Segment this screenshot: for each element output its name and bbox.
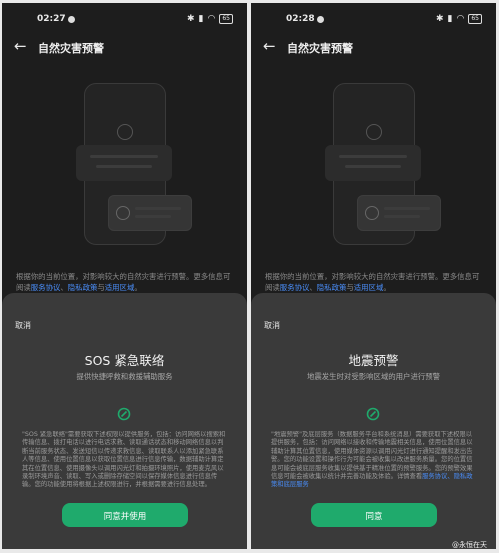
service-agreement-link[interactable]: 服务协议 xyxy=(280,283,310,292)
illustration-card xyxy=(325,145,421,181)
status-bar: 02:28 ✱ ▮ ◠ 65 xyxy=(251,13,496,27)
privacy-policy-link[interactable]: 隐私政策 xyxy=(68,283,98,292)
illustration-notification xyxy=(108,195,192,231)
notification-dot-icon xyxy=(317,16,324,23)
illustration-notification-icon xyxy=(116,206,130,220)
agree-and-use-button[interactable]: 同意并使用 xyxy=(62,503,188,527)
sheet-title: 地震预警 xyxy=(348,353,399,368)
bluetooth-icon: ✱ xyxy=(187,14,195,24)
status-icons: ✱ ▮ ◠ 65 xyxy=(187,14,233,24)
status-time: 02:28 xyxy=(286,14,315,24)
applicable-region-link[interactable]: 适用区域 xyxy=(105,283,135,292)
page-title: 自然灾害预警 xyxy=(287,42,353,55)
illustration-notification xyxy=(357,195,441,231)
signal-icon: ▮ xyxy=(447,14,453,24)
link-icon xyxy=(117,407,131,421)
illustration-card xyxy=(76,145,172,181)
app-header: ← 自然灾害预警 xyxy=(251,37,496,59)
app-header: ← 自然灾害预警 xyxy=(2,37,247,59)
back-arrow-icon[interactable]: ← xyxy=(263,37,276,55)
bluetooth-icon: ✱ xyxy=(436,14,444,24)
cancel-button[interactable]: 取消 xyxy=(264,320,280,331)
status-icons: ✱ ▮ ◠ 65 xyxy=(436,14,482,24)
battery-icon: 65 xyxy=(468,14,482,24)
permission-bottom-sheet: 取消 地震预警 地震发生时对受影响区域的用户进行预警 "地震预警"及底层服务（数… xyxy=(251,293,496,549)
phone-illustration xyxy=(54,83,194,248)
cancel-button[interactable]: 取消 xyxy=(15,320,31,331)
watermark-text: @永恒在天 xyxy=(452,541,487,549)
battery-icon: 65 xyxy=(219,14,233,24)
status-time: 02:27 xyxy=(37,14,66,24)
wifi-icon: ◠ xyxy=(207,14,216,24)
illustration-notification-icon xyxy=(365,206,379,220)
phone-illustration xyxy=(303,83,443,248)
notification-dot-icon xyxy=(68,16,75,23)
phone-screen-earthquake: 02:28 ✱ ▮ ◠ 65 ← 自然灾害预警 根据你的当前位置，对影响较大的自… xyxy=(251,3,496,549)
sheet-subtitle: 地震发生时对受影响区域的用户进行预警 xyxy=(306,372,441,381)
agree-button[interactable]: 同意 xyxy=(311,503,437,527)
wifi-icon: ◠ xyxy=(456,14,465,24)
permission-bottom-sheet: 取消 SOS 紧急联络 提供快捷呼救和救援辅助服务 "SOS 紧急联络"需要获取… xyxy=(2,293,247,549)
status-bar: 02:27 ✱ ▮ ◠ 65 xyxy=(2,13,247,27)
description-text: 根据你的当前位置，对影响较大的自然灾害进行预警。更多信息可阅读服务协议、隐私政策… xyxy=(265,272,480,292)
sheet-title: SOS 紧急联络 xyxy=(84,353,165,368)
privacy-policy-link[interactable]: 隐私政策 xyxy=(317,283,347,292)
illustration-alert-icon xyxy=(366,124,382,140)
description-text: 根据你的当前位置，对影响较大的自然灾害进行预警。更多信息可阅读服务协议、隐私政策… xyxy=(16,272,231,292)
permission-description: "SOS 紧急联络"需要获取下述权限以提供服务，包括：访问网络以搜索和传输信息、… xyxy=(22,431,226,489)
phone-screen-sos: 02:27 ✱ ▮ ◠ 65 ← 自然灾害预警 根据你的当前位置，对影响较大的自… xyxy=(2,3,247,549)
illustration-alert-icon xyxy=(117,124,133,140)
link-icon xyxy=(366,407,380,421)
applicable-region-link[interactable]: 适用区域 xyxy=(354,283,384,292)
page-title: 自然灾害预警 xyxy=(38,42,104,55)
signal-icon: ▮ xyxy=(198,14,204,24)
permission-description: "地震预警"及底层服务（数据服务平台和系统消息）需要获取下述权限以提供服务，包括… xyxy=(271,431,473,489)
service-agreement-link[interactable]: 服务协议 xyxy=(31,283,61,292)
back-arrow-icon[interactable]: ← xyxy=(14,37,27,55)
sheet-subtitle: 提供快捷呼救和救援辅助服务 xyxy=(76,372,173,381)
